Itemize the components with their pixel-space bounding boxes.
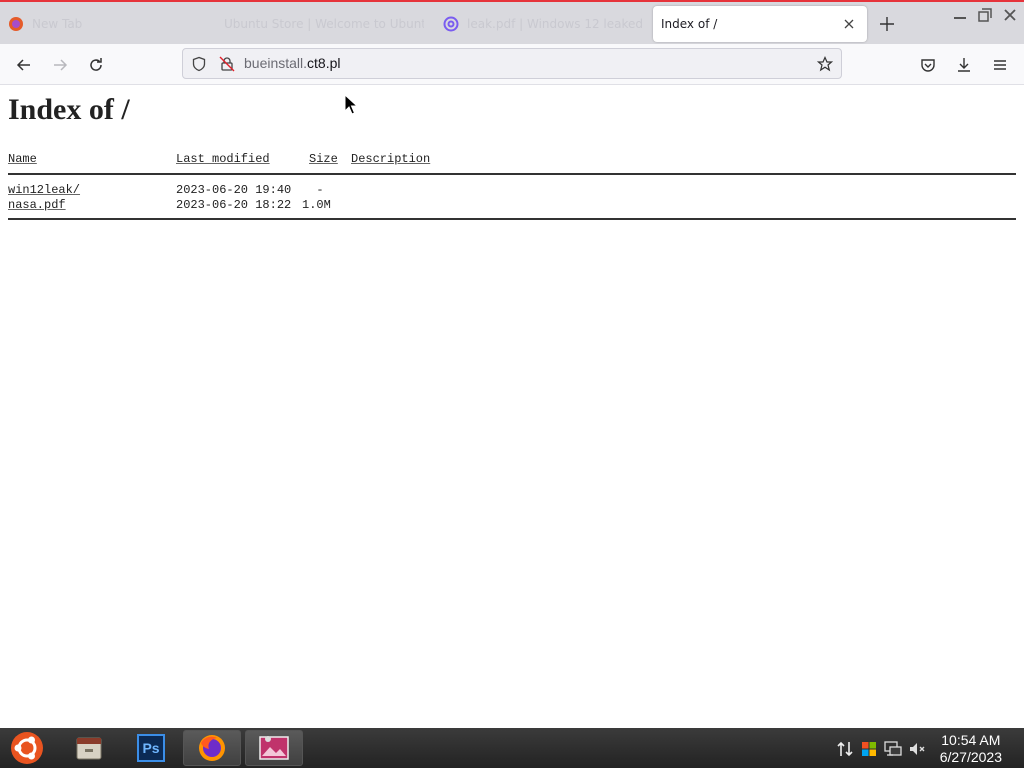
hamburger-menu-icon [994, 60, 1006, 70]
url-text[interactable]: bueinstall.ct8.pl [244, 55, 341, 71]
pocket-button[interactable] [915, 52, 941, 78]
close-window-icon[interactable] [1001, 6, 1019, 24]
clock-date: 6/27/2023 [939, 749, 1002, 765]
ubuntu-icon [11, 732, 43, 764]
tab-ubuntu-store[interactable]: Ubuntu Store | Welcome to Ubuntu [224, 6, 424, 42]
taskbar-photoshop[interactable]: Ps [122, 730, 180, 766]
page-content: Index of / Name Last modified Size Descr… [0, 85, 1024, 728]
taskbar-image-viewer[interactable] [245, 730, 303, 766]
sort-by-size-link[interactable]: Size [309, 152, 338, 166]
url-bar[interactable]: bueinstall.ct8.pl [182, 48, 842, 79]
entry-name-link[interactable]: win12leak/ [8, 183, 80, 197]
sort-by-name-link[interactable]: Name [8, 152, 37, 166]
tab-label: leak.pdf | Windows 12 leaked [467, 17, 643, 31]
insecure-lock-icon[interactable] [219, 56, 235, 72]
close-tab-icon[interactable] [841, 16, 857, 32]
tab-strip-bg: New Tab Ubuntu Store | Welcome to Ubuntu… [0, 2, 1024, 44]
page-title: Index of / [8, 93, 130, 126]
back-button[interactable] [11, 52, 37, 78]
bookmark-star-icon[interactable] [817, 56, 833, 72]
forward-button[interactable] [47, 52, 73, 78]
reload-icon [90, 58, 102, 71]
table-row: win12leak/ 2023-06-20 19:40 - [8, 183, 1016, 198]
forward-arrow-icon [54, 59, 68, 71]
header-rule [8, 173, 1016, 175]
system-clock[interactable]: 10:54 AM 6/27/2023 [940, 732, 1002, 766]
tab-leak-pdf[interactable]: leak.pdf | Windows 12 leaked [443, 6, 643, 42]
taskbar-file-manager[interactable] [60, 730, 118, 766]
entry-modified: 2023-06-20 19:40 [176, 183, 292, 197]
image-viewer-icon [259, 736, 289, 760]
tab-label: Ubuntu Store | Welcome to Ubuntu [224, 17, 424, 31]
pocket-icon [921, 59, 935, 72]
entry-modified: 2023-06-20 18:22 [176, 198, 292, 212]
download-icon [958, 58, 970, 72]
firefox-icon [199, 735, 225, 761]
reload-button[interactable] [83, 52, 109, 78]
table-row: nasa.pdf 2023-06-20 18:22 1.0M [8, 198, 1016, 213]
clock-time: 10:54 AM [941, 732, 1001, 748]
sort-by-description-link[interactable]: Description [351, 152, 430, 166]
directory-listing: Name Last modified Size Description win1… [8, 152, 1016, 220]
listing-header: Name Last modified Size Description [8, 152, 1016, 168]
url-subdomain: bueinstall. [244, 55, 308, 71]
restore-icon[interactable] [976, 6, 994, 24]
sort-by-last-modified-link[interactable]: Last modified [176, 152, 270, 166]
downloads-button[interactable] [951, 52, 977, 78]
tab-label: Index of / [661, 17, 718, 31]
tab-new-tab[interactable]: New Tab [8, 6, 188, 42]
mouse-cursor-icon [344, 94, 358, 115]
file-manager-icon [76, 737, 102, 760]
shield-icon[interactable] [191, 56, 207, 72]
tab-label: New Tab [32, 17, 83, 31]
tab-strip: New Tab Ubuntu Store | Welcome to Ubuntu… [0, 0, 1024, 44]
entry-size: - [302, 183, 324, 197]
network-monitor-icon[interactable] [884, 740, 902, 758]
taskbar: Ps 10:54 AM 6/27/2023 [0, 728, 1024, 768]
photoshop-icon: Ps [137, 734, 165, 762]
volume-muted-icon[interactable] [908, 740, 926, 758]
windows-flag-icon[interactable] [860, 740, 878, 758]
taskbar-firefox[interactable] [183, 730, 241, 766]
network-transfer-icon[interactable] [836, 740, 854, 758]
entry-name-link[interactable]: nasa.pdf [8, 198, 66, 212]
back-arrow-icon [16, 59, 30, 71]
new-tab-icon[interactable] [876, 13, 898, 35]
minimize-icon[interactable] [951, 6, 969, 24]
start-menu-button[interactable] [0, 730, 54, 766]
tab-index-of[interactable]: Index of / [653, 6, 867, 42]
menu-button[interactable] [987, 52, 1013, 78]
url-domain: ct8.pl [307, 55, 341, 71]
navigation-toolbar: bueinstall.ct8.pl [0, 44, 1024, 85]
entry-size: 1.0M [302, 198, 331, 212]
firefox-icon [9, 17, 23, 31]
at-sign-icon [443, 16, 459, 32]
photoshop-label: Ps [142, 740, 160, 756]
footer-rule [8, 218, 1016, 220]
